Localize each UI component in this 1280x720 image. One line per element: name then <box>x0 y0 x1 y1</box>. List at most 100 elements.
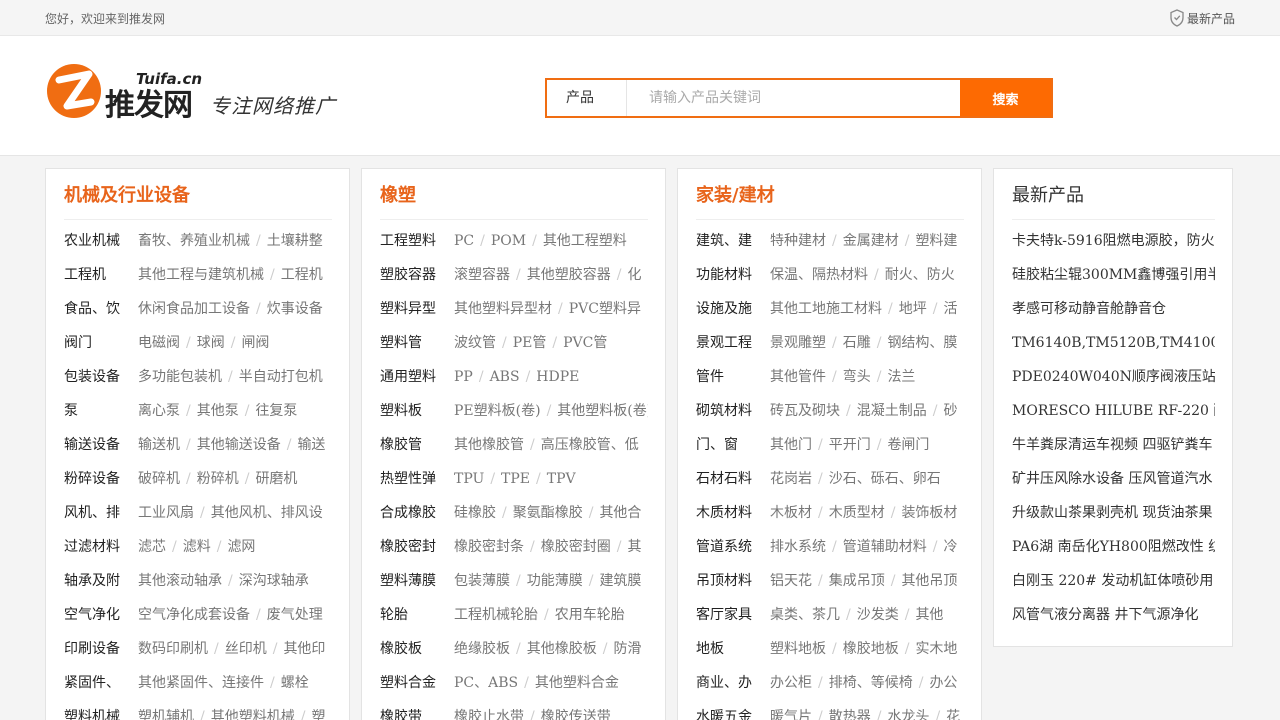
subcategory-link[interactable]: PVC管 <box>563 335 607 351</box>
category-card-title[interactable]: 橡塑 <box>380 169 648 220</box>
subcategory-link[interactable]: 滤网 <box>227 539 255 555</box>
subcategory-link[interactable]: 地坪 <box>899 301 927 317</box>
category-name-link[interactable]: 管件 <box>696 360 770 394</box>
subcategory-link[interactable]: 波纹管 <box>454 335 496 351</box>
latest-product-item[interactable]: 硅胶粘尘辊300MM鑫博强引用半 <box>1012 258 1215 292</box>
category-name-link[interactable]: 石材石料 <box>696 462 770 496</box>
subcategory-link[interactable]: 法兰 <box>887 369 915 385</box>
subcategory-link[interactable]: 其他输送设备 <box>197 437 281 453</box>
latest-product-item[interactable]: 牛羊粪尿清运车视频 四驱铲粪车 <box>1012 428 1215 462</box>
subcategory-link[interactable]: TPU <box>454 471 484 487</box>
subcategory-link[interactable]: 绝缘胶板 <box>454 641 510 657</box>
subcategory-link[interactable]: 其他紧固件、连接件 <box>138 675 264 691</box>
category-name-link[interactable]: 通用塑料 <box>380 360 454 394</box>
subcategory-link[interactable]: 畜牧、养殖业机械 <box>138 233 250 249</box>
latest-product-item[interactable]: 风管气液分离器 井下气源净化 <box>1012 598 1215 632</box>
category-name-link[interactable]: 泵 <box>64 394 138 428</box>
subcategory-link[interactable]: 滚塑容器 <box>454 267 510 283</box>
subcategory-link[interactable]: 丝印机 <box>225 641 267 657</box>
subcategory-link[interactable]: ABS <box>490 369 520 385</box>
subcategory-link[interactable]: 塑料地板 <box>770 641 826 657</box>
category-name-link[interactable]: 合成橡胶 <box>380 496 454 530</box>
subcategory-link[interactable]: 砂 <box>943 403 957 419</box>
latest-product-item[interactable]: 白刚玉 220# 发动机缸体喷砂用 <box>1012 564 1215 598</box>
category-name-link[interactable]: 橡胶板 <box>380 632 454 666</box>
subcategory-link[interactable]: 其他塑料合金 <box>535 675 619 691</box>
subcategory-link[interactable]: 数码印刷机 <box>138 641 208 657</box>
subcategory-link[interactable]: 工程机械轮胎 <box>454 607 538 623</box>
subcategory-link[interactable]: 集成吊顶 <box>829 573 885 589</box>
category-name-link[interactable]: 空气净化 <box>64 598 138 632</box>
subcategory-link[interactable]: 化 <box>627 267 641 283</box>
subcategory-link[interactable]: 实木地 <box>915 641 957 657</box>
category-name-link[interactable]: 功能材料 <box>696 258 770 292</box>
subcategory-link[interactable]: 其他吊顶 <box>901 573 957 589</box>
subcategory-link[interactable]: 深沟球轴承 <box>239 573 309 589</box>
subcategory-link[interactable]: 输送机 <box>138 437 180 453</box>
subcategory-link[interactable]: 桌类、茶几 <box>770 607 840 623</box>
subcategory-link[interactable]: HDPE <box>536 369 579 385</box>
subcategory-link[interactable]: 铝天花 <box>770 573 812 589</box>
subcategory-link[interactable]: 电磁阀 <box>138 335 180 351</box>
category-name-link[interactable]: 客厅家具 <box>696 598 770 632</box>
subcategory-link[interactable]: TPE <box>501 471 530 487</box>
latest-product-item[interactable]: TM6140B,TM5120B,TM4100B， <box>1012 326 1215 360</box>
subcategory-link[interactable]: TPV <box>547 471 576 487</box>
category-name-link[interactable]: 风机、排 <box>64 496 138 530</box>
subcategory-link[interactable]: 其他橡胶板 <box>527 641 597 657</box>
subcategory-link[interactable]: 装饰板材 <box>901 505 957 521</box>
category-name-link[interactable]: 设施及施 <box>696 292 770 326</box>
subcategory-link[interactable]: POM <box>491 233 526 249</box>
subcategory-link[interactable]: 其他风机、排风设 <box>211 505 323 521</box>
subcategory-link[interactable]: 平开门 <box>829 437 871 453</box>
subcategory-link[interactable]: 其他塑料机械 <box>211 709 295 720</box>
subcategory-link[interactable]: 橡胶地板 <box>843 641 899 657</box>
category-name-link[interactable]: 过滤材料 <box>64 530 138 564</box>
subcategory-link[interactable]: 聚氨酯橡胶 <box>513 505 583 521</box>
subcategory-link[interactable]: 木质型材 <box>829 505 885 521</box>
category-name-link[interactable]: 食品、饮 <box>64 292 138 326</box>
search-input[interactable] <box>627 80 960 116</box>
subcategory-link[interactable]: 活 <box>943 301 957 317</box>
subcategory-link[interactable]: 橡胶传送带 <box>541 709 611 720</box>
subcategory-link[interactable]: PP <box>454 369 473 385</box>
subcategory-link[interactable]: 其他工地施工材料 <box>770 301 882 317</box>
subcategory-link[interactable]: 往复泵 <box>255 403 297 419</box>
category-name-link[interactable]: 输送设备 <box>64 428 138 462</box>
category-name-link[interactable]: 塑料管 <box>380 326 454 360</box>
subcategory-link[interactable]: PVC塑料异 <box>569 301 641 317</box>
search-button[interactable]: 搜索 <box>960 80 1051 116</box>
subcategory-link[interactable]: 沙石、砾石、卵石 <box>829 471 941 487</box>
category-name-link[interactable]: 包装设备 <box>64 360 138 394</box>
subcategory-link[interactable]: 管道辅助材料 <box>843 539 927 555</box>
subcategory-link[interactable]: 水龙头 <box>887 709 929 720</box>
subcategory-link[interactable]: 散热器 <box>829 709 871 720</box>
subcategory-link[interactable]: 其他 <box>915 607 943 623</box>
subcategory-link[interactable]: 工业风扇 <box>138 505 194 521</box>
subcategory-link[interactable]: 包装薄膜 <box>454 573 510 589</box>
category-name-link[interactable]: 农业机械 <box>64 224 138 258</box>
subcategory-link[interactable]: 其他工程与建筑机械 <box>138 267 264 283</box>
category-name-link[interactable]: 橡胶密封 <box>380 530 454 564</box>
category-card-title[interactable]: 机械及行业设备 <box>64 169 332 220</box>
subcategory-link[interactable]: 其他合 <box>599 505 641 521</box>
subcategory-link[interactable]: 花岗岩 <box>770 471 812 487</box>
subcategory-link[interactable]: PC <box>454 233 474 249</box>
latest-product-item[interactable]: 孝感可移动静音舱静音仓 <box>1012 292 1215 326</box>
subcategory-link[interactable]: 粉碎机 <box>197 471 239 487</box>
category-name-link[interactable]: 工程机 <box>64 258 138 292</box>
subcategory-link[interactable]: 其他印 <box>283 641 325 657</box>
subcategory-link[interactable]: 休闲食品加工设备 <box>138 301 250 317</box>
category-name-link[interactable]: 吊顶材料 <box>696 564 770 598</box>
subcategory-link[interactable]: 其他塑料板(卷) <box>557 403 648 419</box>
subcategory-link[interactable]: 花 <box>946 709 960 720</box>
subcategory-link[interactable]: 耐火、防火 <box>885 267 955 283</box>
subcategory-link[interactable]: PC、ABS <box>454 675 518 691</box>
category-name-link[interactable]: 商业、办 <box>696 666 770 700</box>
category-name-link[interactable]: 门、窗 <box>696 428 770 462</box>
subcategory-link[interactable]: PE管 <box>513 335 547 351</box>
subcategory-link[interactable]: 塑机辅机 <box>138 709 194 720</box>
subcategory-link[interactable]: 特种建材 <box>770 233 826 249</box>
subcategory-link[interactable]: 闸阀 <box>241 335 269 351</box>
category-name-link[interactable]: 轮胎 <box>380 598 454 632</box>
